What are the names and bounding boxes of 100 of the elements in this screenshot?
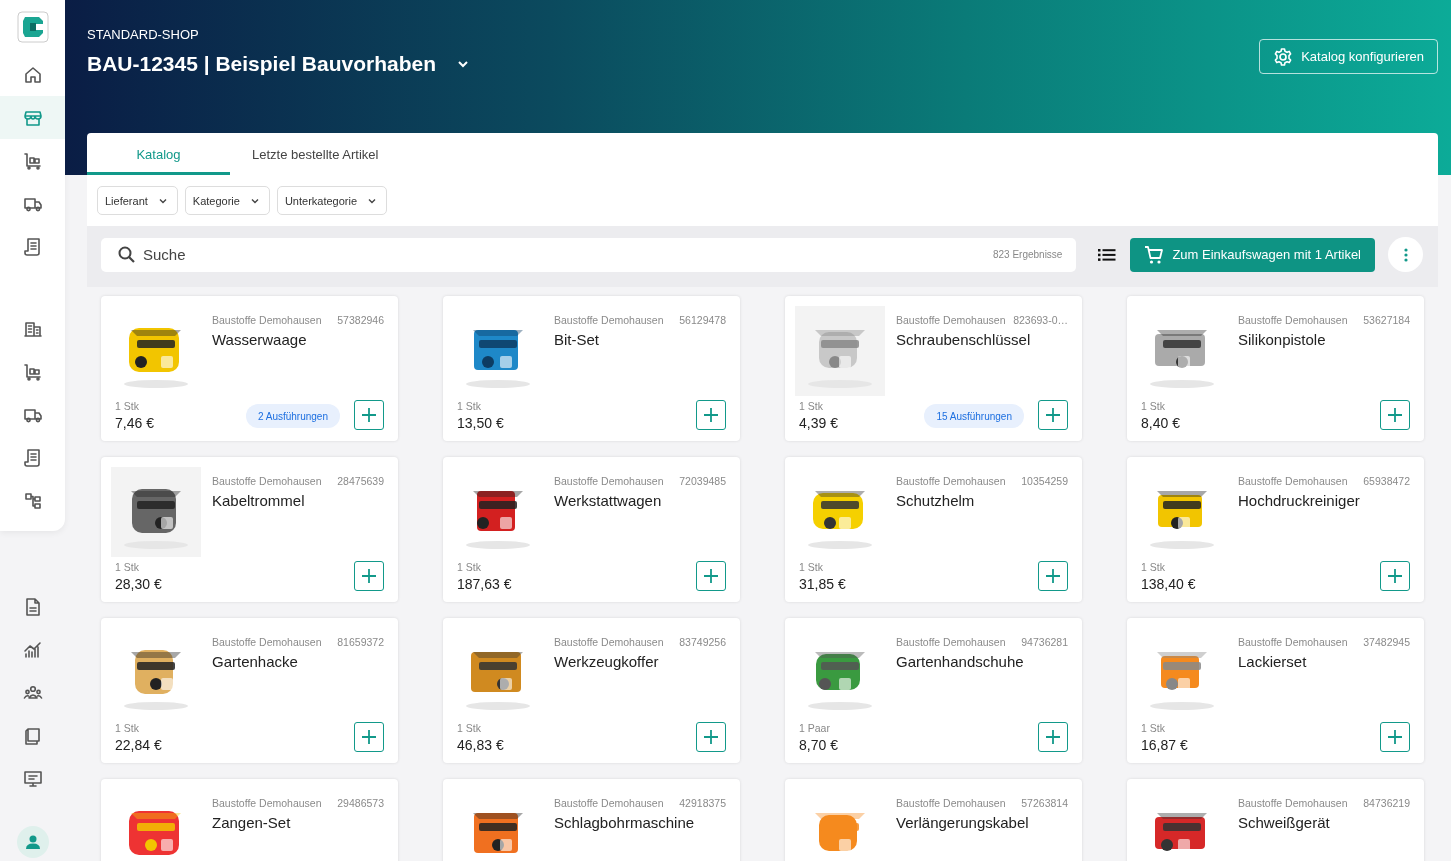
chart-icon bbox=[22, 639, 43, 660]
supplier-name: Baustoffe Demohausen bbox=[554, 636, 664, 648]
unit-label: 1 Stk bbox=[1141, 400, 1166, 412]
supplier-name: Baustoffe Demohausen bbox=[1238, 475, 1348, 487]
price: 8,70 € bbox=[799, 737, 839, 753]
unit-label: 1 Stk bbox=[115, 722, 140, 734]
product-name: Hochdruckreiniger bbox=[1238, 492, 1361, 509]
unit-label: 1 Stk bbox=[457, 722, 482, 734]
supplier-name: Baustoffe Demohausen bbox=[554, 475, 664, 487]
add-button[interactable] bbox=[1380, 400, 1410, 430]
unit-label: 1 Paar bbox=[799, 722, 831, 734]
book-icon bbox=[22, 725, 43, 746]
product-name: Schweißgerät bbox=[1238, 814, 1331, 831]
sidebar-item[interactable] bbox=[0, 96, 65, 139]
receipt-icon bbox=[22, 447, 43, 468]
supplier-name: Baustoffe Demohausen bbox=[1238, 797, 1348, 809]
add-button[interactable] bbox=[696, 400, 726, 430]
avatar[interactable] bbox=[16, 826, 49, 858]
add-button[interactable] bbox=[354, 722, 384, 752]
configure-catalog-button[interactable]: Katalog konfigurieren bbox=[1259, 39, 1438, 74]
supplier-name: Baustoffe Demohausen bbox=[212, 314, 322, 326]
gear-icon bbox=[1273, 46, 1294, 67]
product-name: Werkzeugkoffer bbox=[554, 653, 660, 670]
price: 13,50 € bbox=[457, 415, 505, 431]
price: 8,40 € bbox=[1141, 415, 1181, 431]
filter-dropdown[interactable]: Kategorie bbox=[184, 186, 270, 215]
hierarchy-icon bbox=[22, 490, 43, 511]
add-button[interactable] bbox=[1038, 561, 1068, 591]
more-icon bbox=[1403, 247, 1408, 262]
article-number: 94736281 bbox=[1021, 636, 1068, 648]
tab[interactable]: Letzte bestellte Artikel bbox=[230, 133, 401, 175]
supplier-name: Baustoffe Demohausen bbox=[554, 314, 664, 326]
product-name: Schraubenschlüssel bbox=[896, 331, 1032, 348]
supplier-name: Baustoffe Demohausen bbox=[896, 636, 1006, 648]
article-number: 84736219 bbox=[1363, 797, 1410, 809]
add-button[interactable] bbox=[1038, 722, 1068, 752]
article-number: 53627184 bbox=[1363, 314, 1410, 326]
article-number: 56129478 bbox=[679, 314, 726, 326]
price: 46,83 € bbox=[457, 737, 505, 753]
supplier-name: Baustoffe Demohausen bbox=[896, 475, 1006, 487]
add-button[interactable] bbox=[696, 561, 726, 591]
list-view-icon[interactable] bbox=[1098, 247, 1117, 262]
variants-badge[interactable]: 2 Ausführungen bbox=[245, 404, 340, 428]
person-icon bbox=[23, 833, 42, 851]
product-name: Gartenhacke bbox=[212, 653, 299, 670]
article-number: 57263814 bbox=[1021, 797, 1068, 809]
unit-label: 1 Stk bbox=[115, 561, 140, 573]
product-name: Schlagbohrmaschine bbox=[554, 814, 696, 831]
article-number: 37482945 bbox=[1363, 636, 1410, 648]
plus-icon bbox=[361, 407, 377, 423]
add-button[interactable] bbox=[1038, 400, 1068, 430]
plus-icon bbox=[703, 729, 719, 745]
add-button[interactable] bbox=[696, 722, 726, 752]
filter-dropdown[interactable]: Unterkategorie bbox=[276, 186, 388, 215]
cart-icon bbox=[1144, 244, 1165, 265]
article-number: 28475639 bbox=[337, 475, 384, 487]
add-button[interactable] bbox=[1380, 561, 1410, 591]
article-number: 823693-0… bbox=[1013, 314, 1068, 326]
add-button[interactable] bbox=[1380, 722, 1410, 752]
search-icon bbox=[117, 244, 137, 265]
variants-badge[interactable]: 15 Ausführungen bbox=[924, 404, 1024, 428]
supplier-name: Baustoffe Demohausen bbox=[554, 797, 664, 809]
plus-icon bbox=[361, 568, 377, 584]
product-name: Verlängerungskabel bbox=[896, 814, 1030, 831]
product-name: Silikonpistole bbox=[1238, 331, 1327, 348]
price: 28,30 € bbox=[115, 576, 163, 592]
hand-truck-icon bbox=[22, 361, 43, 382]
price: 4,39 € bbox=[799, 415, 839, 431]
monitor-icon bbox=[22, 768, 43, 789]
shop-label: STANDARD-SHOP bbox=[87, 27, 200, 42]
result-count: 823 Ergebnisse bbox=[992, 248, 1063, 260]
price: 7,46 € bbox=[115, 415, 155, 431]
plus-icon bbox=[1045, 568, 1061, 584]
article-number: 65938472 bbox=[1363, 475, 1410, 487]
logo-icon[interactable] bbox=[16, 10, 49, 43]
supplier-name: Baustoffe Demohausen bbox=[896, 797, 1006, 809]
supplier-name: Baustoffe Demohausen bbox=[212, 475, 322, 487]
product-name: Bit-Set bbox=[554, 331, 600, 348]
project-title: BAU-12345 | Beispiel Bauvorhaben bbox=[87, 52, 436, 76]
plus-icon bbox=[1045, 407, 1061, 423]
plus-icon bbox=[703, 568, 719, 584]
supplier-name: Baustoffe Demohausen bbox=[1238, 314, 1348, 326]
home-icon bbox=[22, 64, 43, 85]
price: 22,84 € bbox=[115, 737, 163, 753]
supplier-name: Baustoffe Demohausen bbox=[896, 314, 1006, 326]
filter-dropdown[interactable]: Lieferant bbox=[97, 186, 178, 215]
article-number: 72039485 bbox=[679, 475, 726, 487]
plus-icon bbox=[1045, 729, 1061, 745]
supplier-name: Baustoffe Demohausen bbox=[212, 797, 322, 809]
unit-label: 1 Stk bbox=[799, 561, 824, 573]
price: 16,87 € bbox=[1141, 737, 1189, 753]
cart-button[interactable]: Zum Einkaufswagen mit 1 Artikel bbox=[1130, 237, 1375, 272]
product-name: Werkstattwagen bbox=[554, 492, 663, 509]
price: 31,85 € bbox=[799, 576, 847, 592]
product-name: Gartenhandschuhe bbox=[896, 653, 1025, 670]
add-button[interactable] bbox=[354, 561, 384, 591]
article-number: 81659372 bbox=[337, 636, 384, 648]
plus-icon bbox=[1387, 407, 1403, 423]
receipt-icon bbox=[22, 236, 43, 257]
add-button[interactable] bbox=[354, 400, 384, 430]
